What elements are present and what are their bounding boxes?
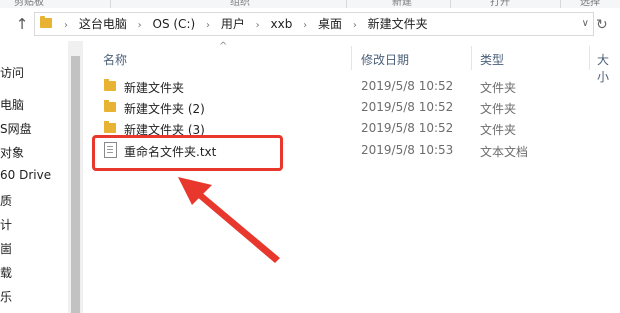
annotation-arrow-icon [178,177,280,263]
annotation-arrow-shaft [196,191,280,263]
